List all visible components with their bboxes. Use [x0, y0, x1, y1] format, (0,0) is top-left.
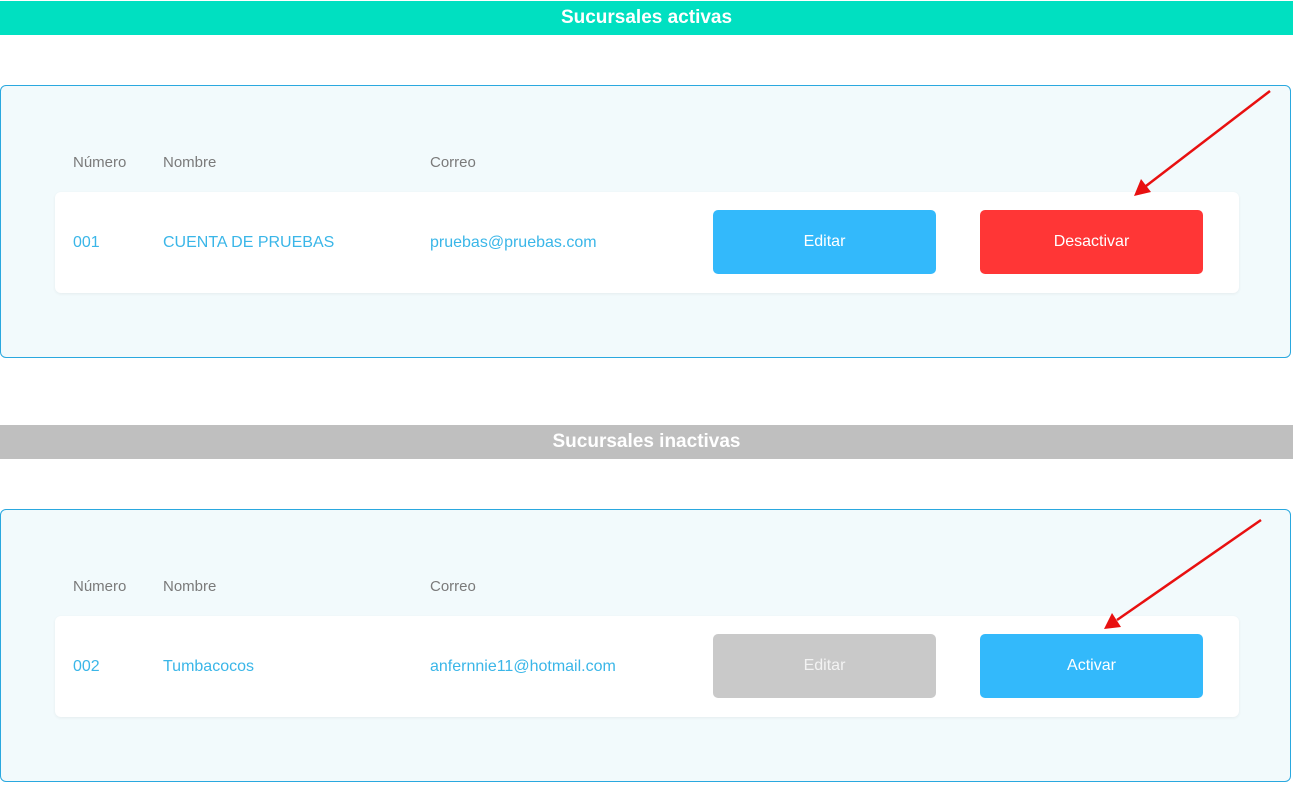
deactivate-button[interactable]: Desactivar — [980, 210, 1203, 274]
branch-email: pruebas@pruebas.com — [430, 234, 597, 251]
branch-row: 002 Tumbacocos anfernnie11@hotmail.com E… — [55, 616, 1239, 717]
column-header-email: Correo — [430, 578, 476, 595]
active-branches-title: Sucursales activas — [560, 7, 733, 28]
inactive-branches-header: Sucursales inactivas — [0, 425, 1293, 459]
active-branches-panel: Número Nombre Correo 001 CUENTA DE PRUEB… — [0, 85, 1291, 358]
inactive-branches-panel: Número Nombre Correo 002 Tumbacocos anfe… — [0, 509, 1291, 782]
edit-button[interactable]: Editar — [713, 210, 936, 274]
column-header-name: Nombre — [163, 154, 217, 171]
branch-name: CUENTA DE PRUEBAS — [163, 234, 335, 251]
column-header-email: Correo — [430, 154, 476, 171]
branch-row: 001 CUENTA DE PRUEBAS pruebas@pruebas.co… — [55, 192, 1239, 293]
activate-button[interactable]: Activar — [980, 634, 1203, 698]
branch-name: Tumbacocos — [163, 658, 254, 675]
active-branches-header: Sucursales activas — [0, 1, 1293, 35]
branches-page: Sucursales activas Número Nombre Correo … — [0, 0, 1312, 794]
branch-number: 002 — [73, 658, 100, 675]
branch-email: anfernnie11@hotmail.com — [430, 658, 616, 675]
column-header-number: Número — [73, 154, 127, 171]
branch-number: 001 — [73, 234, 100, 251]
edit-button-disabled: Editar — [713, 634, 936, 698]
column-header-number: Número — [73, 578, 127, 595]
column-header-name: Nombre — [163, 578, 217, 595]
inactive-branches-title: Sucursales inactivas — [552, 431, 741, 452]
